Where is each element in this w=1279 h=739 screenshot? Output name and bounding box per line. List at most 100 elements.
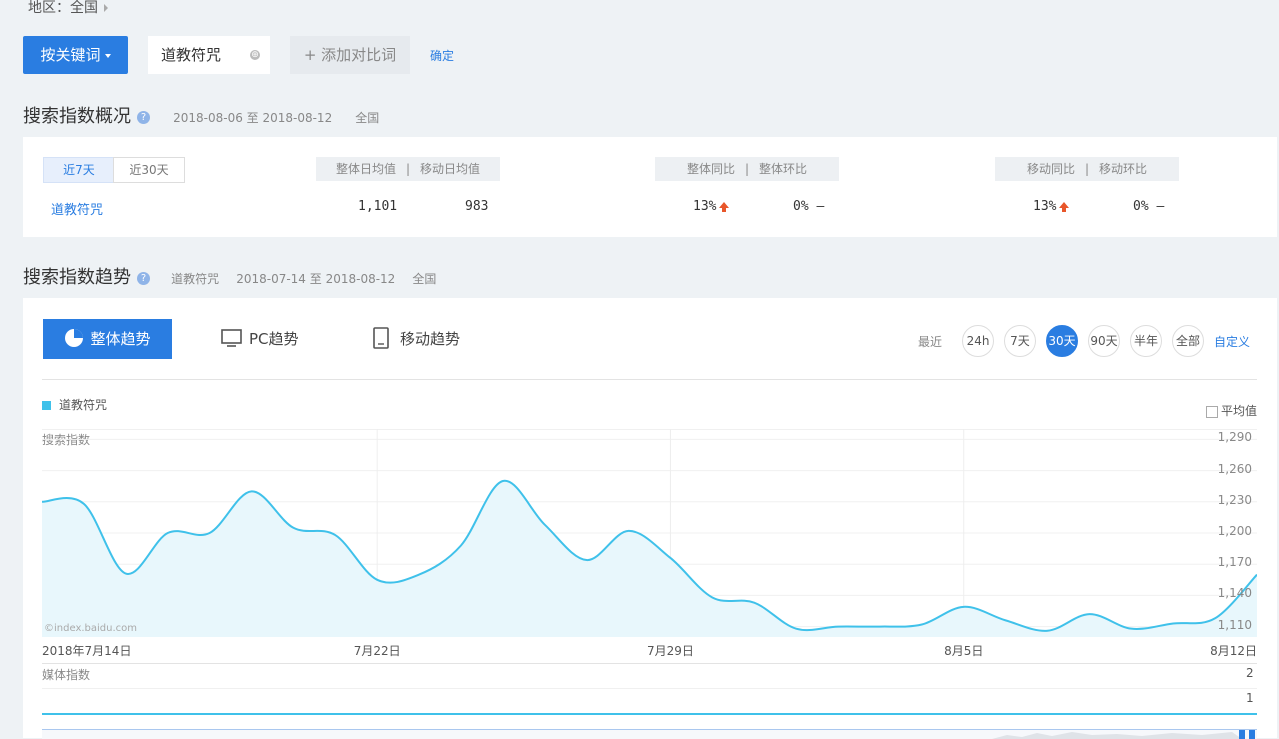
trend-keyword: 道教符咒 bbox=[171, 272, 220, 286]
data-point[interactable] bbox=[667, 555, 673, 561]
average-checkbox[interactable]: 平均值 bbox=[1206, 402, 1257, 419]
mobile-yoy-value: 13% bbox=[1033, 199, 1070, 214]
data-point[interactable] bbox=[207, 530, 213, 536]
data-point[interactable] bbox=[793, 626, 799, 632]
trend-title: 搜索指数趋势 bbox=[23, 267, 131, 288]
media-tick-2: 2 bbox=[1246, 666, 1254, 680]
y-tick-label: 1,260 bbox=[1217, 461, 1252, 476]
data-point[interactable] bbox=[1086, 611, 1092, 617]
data-point[interactable] bbox=[626, 528, 632, 534]
help-icon[interactable]: ? bbox=[137, 111, 150, 124]
data-point[interactable] bbox=[165, 530, 171, 536]
overview-header: 搜索指数概况? 2018-08-06 至 2018-08-12 全国 bbox=[23, 102, 379, 128]
tab-30days[interactable]: 近30天 bbox=[113, 157, 185, 183]
media-divider bbox=[42, 663, 1257, 664]
data-point[interactable] bbox=[248, 488, 254, 494]
series-area bbox=[42, 480, 1257, 637]
overview-keyword-link[interactable]: 道教符咒 bbox=[51, 199, 103, 218]
data-point[interactable] bbox=[1128, 626, 1134, 632]
confirm-link[interactable]: 确定 bbox=[430, 47, 454, 64]
data-point[interactable] bbox=[1003, 617, 1009, 623]
x-tick-label: 7月29日 bbox=[646, 644, 694, 658]
keyword-input[interactable]: 道教符咒 ⊕ bbox=[148, 36, 270, 74]
y-tick-label: 1,230 bbox=[1217, 492, 1252, 507]
trend-chart[interactable] bbox=[42, 429, 1257, 637]
data-point[interactable] bbox=[374, 577, 380, 583]
data-point[interactable] bbox=[835, 624, 841, 630]
media-line bbox=[42, 713, 1257, 715]
range-half-year[interactable]: 半年 bbox=[1130, 325, 1162, 357]
data-point[interactable] bbox=[919, 622, 925, 628]
tab-mobile-trend[interactable]: 移动趋势 bbox=[372, 319, 460, 359]
data-point[interactable] bbox=[500, 478, 506, 484]
data-point[interactable] bbox=[81, 501, 87, 507]
recent-label: 最近 bbox=[918, 335, 943, 349]
divider bbox=[42, 379, 1257, 380]
range-7days[interactable]: 7天 bbox=[1004, 325, 1036, 357]
data-point[interactable] bbox=[1045, 628, 1051, 634]
tab-7days[interactable]: 近7天 bbox=[43, 157, 115, 183]
checkbox-icon bbox=[1206, 405, 1218, 418]
header-compare: 整体同比 | 整体环比 bbox=[655, 157, 839, 181]
media-index-label: 媒体指数 bbox=[42, 668, 91, 682]
data-point[interactable] bbox=[751, 600, 757, 606]
data-point[interactable] bbox=[542, 522, 548, 528]
range-90days[interactable]: 90天 bbox=[1088, 325, 1120, 357]
data-point[interactable] bbox=[123, 571, 129, 577]
avg-value: 1,101 bbox=[358, 199, 398, 214]
mobile-avg-value: 983 bbox=[465, 199, 489, 214]
region-selector[interactable]: 地区：全国 bbox=[28, 0, 108, 17]
x-tick-label: 8月5日 bbox=[944, 644, 984, 658]
custom-range-link[interactable]: 自定义 bbox=[1214, 333, 1250, 350]
overview-panel bbox=[23, 137, 1277, 237]
data-point[interactable] bbox=[290, 525, 296, 531]
y-tick-label: 1,290 bbox=[1217, 430, 1252, 445]
range-24h[interactable]: 24h bbox=[962, 325, 994, 357]
data-point[interactable] bbox=[584, 557, 590, 563]
yoy-value: 13% bbox=[693, 199, 730, 214]
monitor-icon bbox=[221, 328, 242, 347]
remove-keyword-icon[interactable]: ⊕ bbox=[250, 50, 260, 60]
keyword-mode-button[interactable]: 按关键词 bbox=[23, 36, 128, 74]
legend-swatch bbox=[42, 401, 51, 410]
caret-down-icon bbox=[104, 53, 111, 58]
data-point[interactable] bbox=[332, 532, 338, 538]
data-point[interactable] bbox=[1170, 620, 1176, 626]
trend-header: 搜索指数趋势? 道教符咒 2018-07-14 至 2018-08-12 全国 bbox=[23, 263, 436, 289]
chevron-right-icon bbox=[104, 4, 108, 12]
trend-date-range: 2018-07-14 至 2018-08-12 bbox=[236, 272, 396, 286]
arrow-up-icon bbox=[719, 201, 730, 212]
mobile-mom-value: 0% — bbox=[1133, 199, 1165, 214]
data-point[interactable] bbox=[416, 572, 422, 578]
add-compare-button[interactable]: + 添加对比词 bbox=[290, 36, 410, 74]
y-tick-label: 1,200 bbox=[1217, 524, 1252, 538]
range-all[interactable]: 全部 bbox=[1172, 325, 1204, 357]
phone-icon bbox=[373, 326, 389, 349]
legend[interactable]: 道教符咒 bbox=[42, 396, 107, 413]
arrow-up-icon bbox=[1059, 201, 1070, 212]
y-tick-label: 1,140 bbox=[1217, 586, 1252, 601]
media-gridline bbox=[42, 688, 1257, 689]
data-point[interactable] bbox=[877, 624, 883, 630]
header-mobile-compare: 移动同比 | 移动环比 bbox=[995, 157, 1179, 181]
watermark: ©index.baidu.com bbox=[44, 623, 138, 634]
data-point[interactable] bbox=[709, 594, 715, 600]
y-tick-label: 1,110 bbox=[1217, 617, 1252, 632]
x-tick-label: 8月12日 bbox=[1210, 644, 1257, 658]
media-tick-1: 1 bbox=[1246, 691, 1254, 705]
pie-icon bbox=[65, 328, 84, 347]
data-point[interactable] bbox=[961, 604, 967, 610]
range-30days[interactable]: 30天 bbox=[1046, 325, 1078, 357]
x-tick-label: 7月22日 bbox=[353, 644, 401, 658]
data-point[interactable] bbox=[458, 542, 464, 548]
help-icon[interactable]: ? bbox=[137, 272, 150, 285]
tab-overall-trend[interactable]: 整体趋势 bbox=[43, 319, 172, 359]
tab-pc-trend[interactable]: PC趋势 bbox=[221, 319, 299, 359]
x-tick-label: 2018年7月14日 bbox=[42, 644, 132, 658]
overview-title: 搜索指数概况 bbox=[23, 106, 131, 127]
mom-value: 0% — bbox=[793, 199, 825, 214]
overview-region: 全国 bbox=[355, 111, 380, 125]
header-avg: 整体日均值 | 移动日均值 bbox=[316, 157, 500, 181]
overview-date-range: 2018-08-06 至 2018-08-12 bbox=[173, 111, 333, 125]
y-tick-label: 1,170 bbox=[1217, 555, 1252, 570]
